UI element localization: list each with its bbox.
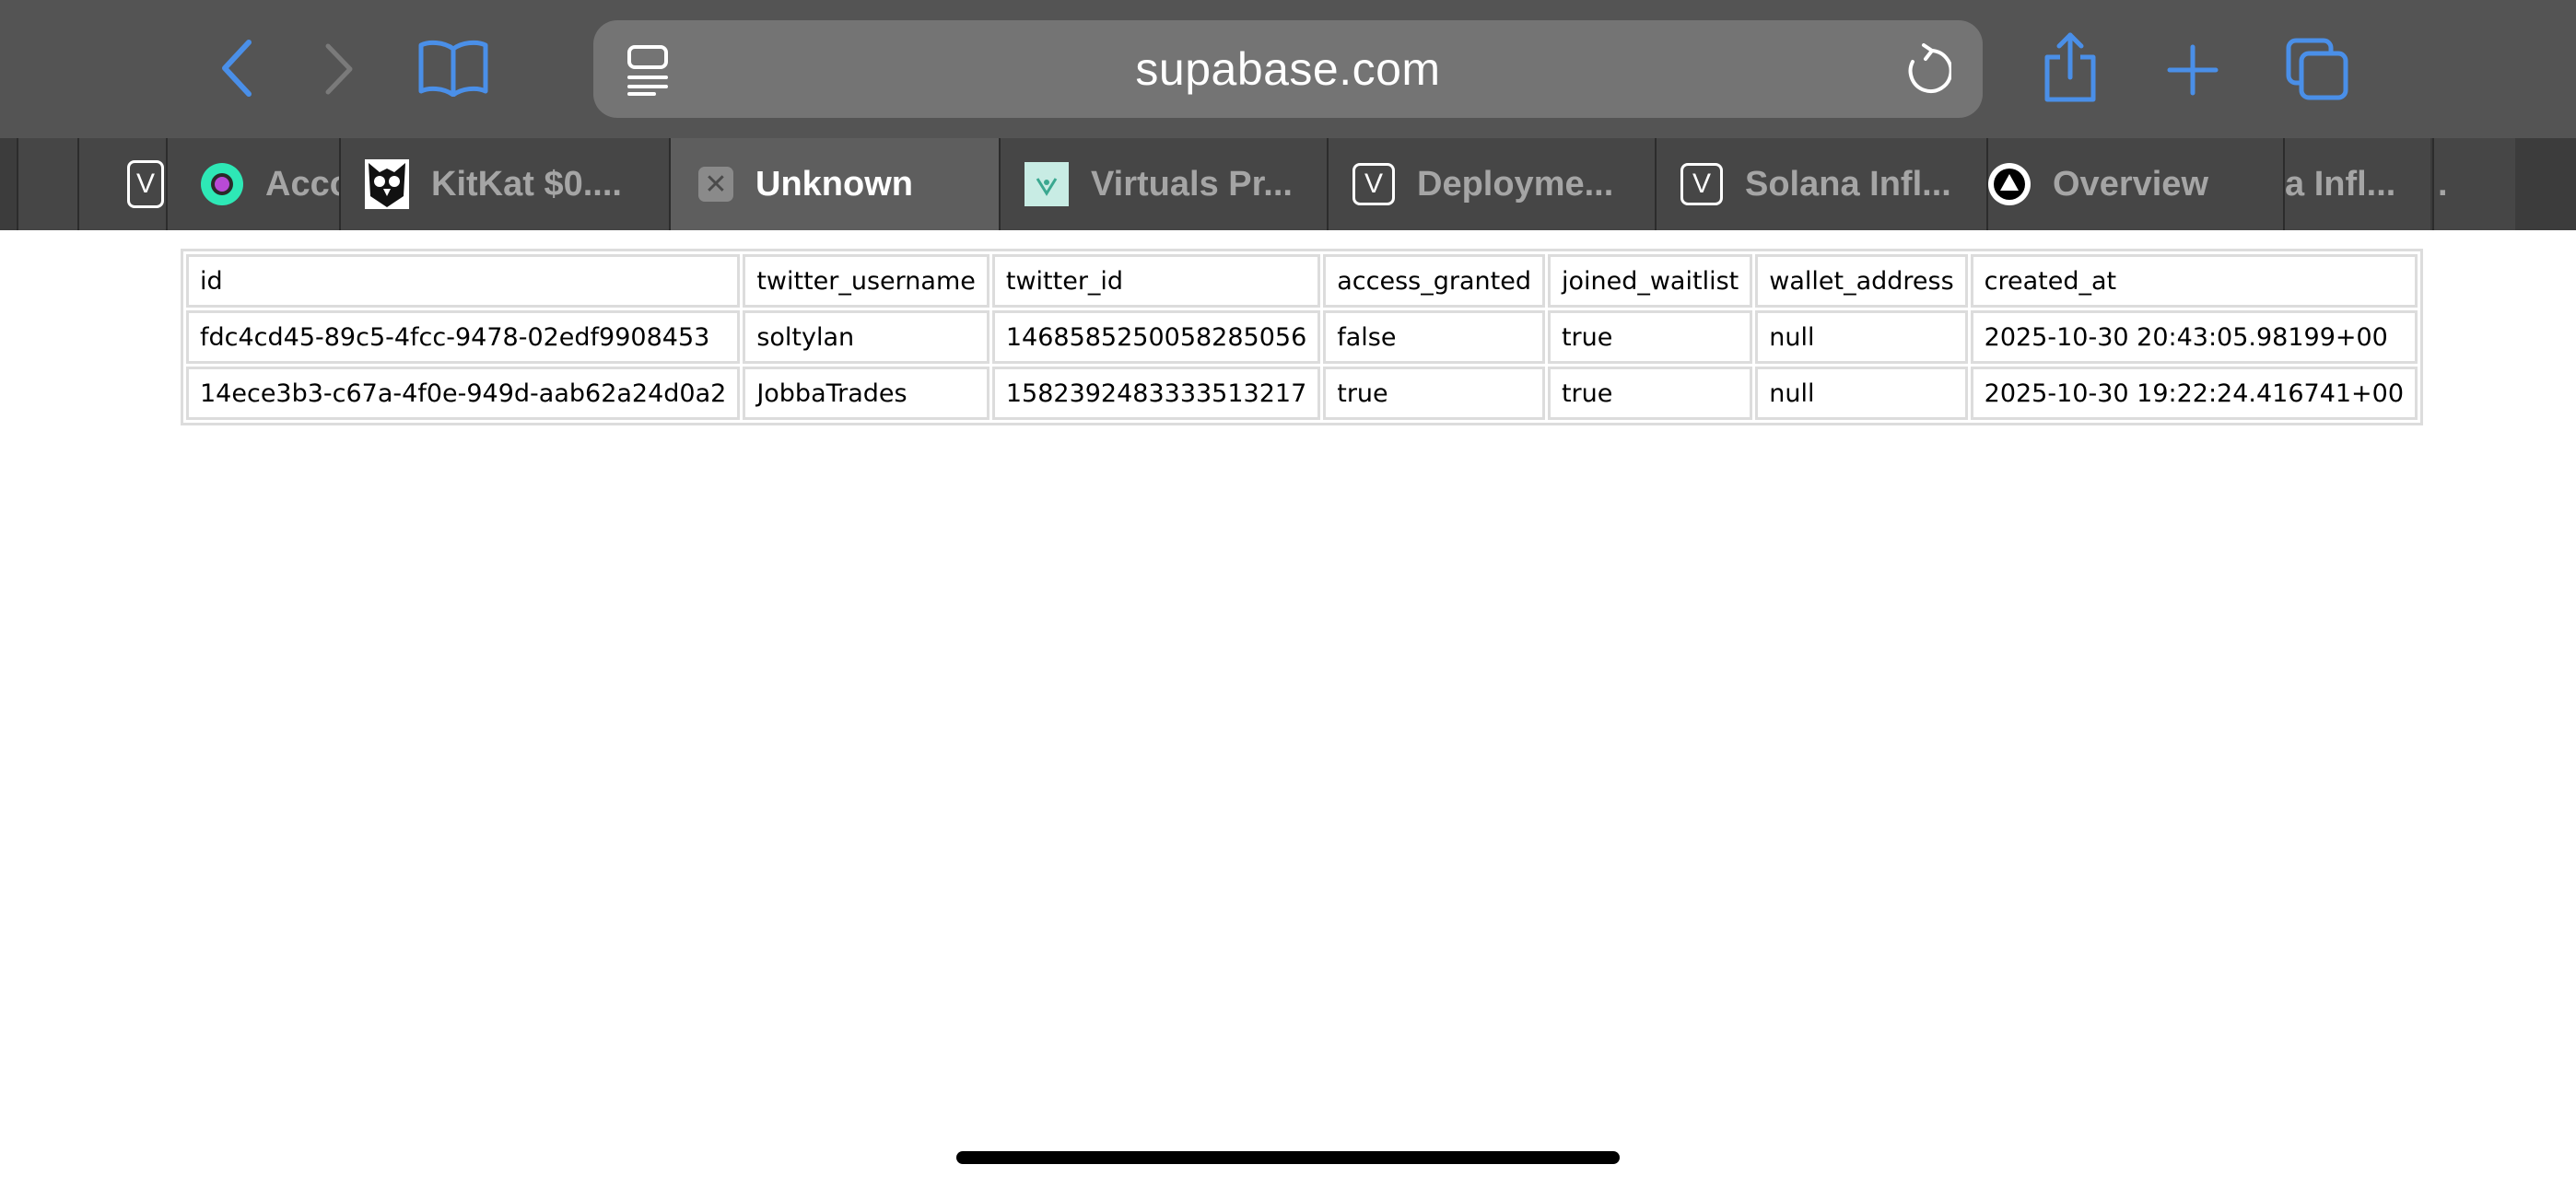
close-box-icon: ✕ <box>698 167 733 202</box>
chevron-left-icon <box>222 40 252 97</box>
table-cell: 14ece3b3-c67a-4f0e-949d-aab62a24d0a2 <box>186 367 741 420</box>
tab-5[interactable]: Virtuals Pr... <box>999 138 1327 230</box>
v-icon: V <box>1680 163 1723 205</box>
tab-bar: V Acco KitKat $0.... ✕ Unknown Virtuals … <box>0 138 2576 230</box>
tab-3[interactable]: KitKat $0.... <box>339 138 669 230</box>
tab-7[interactable]: V Solana Infl... <box>1655 138 1986 230</box>
column-header: wallet_address <box>1755 254 1968 308</box>
tab-overview-button[interactable] <box>2283 35 2351 103</box>
page-content: id twitter_username twitter_id access_gr… <box>0 230 2576 1188</box>
table-cell: null <box>1755 310 1968 364</box>
table-cell: 2025-10-30 19:22:24.416741+00 <box>1970 367 2418 420</box>
tab-title: Virtuals Pr... <box>1091 164 1293 204</box>
table-cell: true <box>1547 367 1753 420</box>
table-cell: 2025-10-30 20:43:05.98199+00 <box>1970 310 2418 364</box>
owl-icon <box>365 159 409 209</box>
tab-9[interactable]: a Infl... <box>2283 138 2430 230</box>
column-header: access_granted <box>1323 254 1545 308</box>
v-icon: V <box>127 160 164 208</box>
triangle-icon <box>1988 163 2031 205</box>
tab-title: Deployme... <box>1417 164 1614 204</box>
back-button[interactable] <box>208 33 267 103</box>
table-cell: null <box>1755 367 1968 420</box>
home-indicator[interactable] <box>956 1151 1620 1164</box>
book-icon <box>418 40 488 97</box>
table-cell: soltylan <box>743 310 989 364</box>
tab-title: . <box>2438 164 2448 204</box>
table-cell: JobbaTrades <box>743 367 989 420</box>
table-header-row: id twitter_username twitter_id access_gr… <box>186 254 2418 308</box>
table-cell: false <box>1323 310 1545 364</box>
share-icon <box>2044 32 2096 102</box>
tab-title: Acco <box>265 164 350 204</box>
tab-0[interactable] <box>17 138 77 230</box>
column-header: created_at <box>1970 254 2418 308</box>
reload-icon <box>1908 43 1951 93</box>
share-button[interactable] <box>2040 29 2101 105</box>
column-header: twitter_username <box>743 254 989 308</box>
reload-button[interactable] <box>1902 42 1953 98</box>
tab-title: a Infl... <box>2285 164 2396 204</box>
table-cell: 1582392483333513217 <box>991 367 1321 420</box>
tab-1[interactable]: V <box>77 138 170 230</box>
chevron-right-icon <box>325 43 353 95</box>
tab-title: Solana Infl... <box>1745 164 1951 204</box>
tab-8[interactable]: Overview <box>1986 138 2300 230</box>
browser-toolbar: supabase.com <box>0 0 2576 138</box>
forward-button[interactable] <box>313 37 365 101</box>
bookmarks-button[interactable] <box>416 33 490 103</box>
tab-title: KitKat $0.... <box>431 164 622 204</box>
new-tab-button[interactable] <box>2163 41 2222 99</box>
tab-title: Unknown <box>755 164 913 204</box>
accord-icon <box>201 163 243 205</box>
virtuals-icon <box>1025 162 1069 206</box>
tabs-icon <box>2286 38 2348 100</box>
table-row: 14ece3b3-c67a-4f0e-949d-aab62a24d0a2 Job… <box>186 367 2418 420</box>
table-cell: true <box>1547 310 1753 364</box>
column-header: joined_waitlist <box>1547 254 1753 308</box>
data-table: id twitter_username twitter_id access_gr… <box>181 249 2424 425</box>
v-icon: V <box>1352 163 1395 205</box>
tab-title: Overview <box>2053 164 2208 204</box>
table-row: fdc4cd45-89c5-4fcc-9478-02edf9908453 sol… <box>186 310 2418 364</box>
address-bar[interactable]: supabase.com <box>593 20 1983 118</box>
column-header: twitter_id <box>991 254 1321 308</box>
column-header: id <box>186 254 741 308</box>
tab-4-active[interactable]: ✕ Unknown <box>669 138 999 230</box>
url-text: supabase.com <box>1135 43 1441 95</box>
plus-icon <box>2167 44 2219 96</box>
tab-2[interactable]: Acco <box>166 138 350 230</box>
table-cell: fdc4cd45-89c5-4fcc-9478-02edf9908453 <box>186 310 741 364</box>
table-cell: true <box>1323 367 1545 420</box>
table-cell: 1468585250058285056 <box>991 310 1321 364</box>
tab-6[interactable]: V Deployme... <box>1327 138 1655 230</box>
tab-10[interactable]: . <box>2432 138 2515 230</box>
